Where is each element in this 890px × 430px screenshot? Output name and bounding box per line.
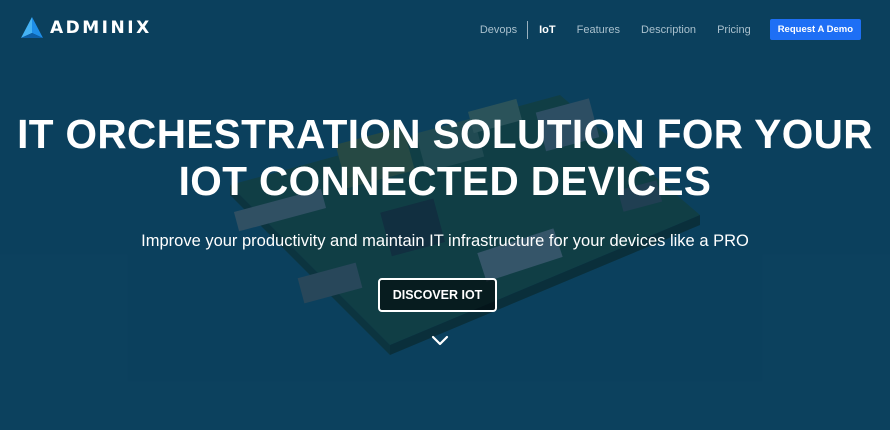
hero-headline: IT ORCHESTRATION SOLUTION FOR YOUR IOT C… <box>0 111 890 205</box>
brand-logo[interactable]: ADMINIX <box>20 16 152 40</box>
nav-link-description[interactable]: Description <box>641 24 696 36</box>
discover-iot-button[interactable]: DISCOVER IOT <box>378 278 497 312</box>
request-demo-button[interactable]: Request A Demo <box>769 19 861 40</box>
nav-link-pricing[interactable]: Pricing <box>717 24 751 36</box>
chevron-down-icon[interactable] <box>430 334 450 348</box>
brand-name: ADMINIX <box>50 18 152 38</box>
nav-link-devops[interactable]: Devops <box>480 24 517 36</box>
hero-section <box>0 0 890 430</box>
hero-subtitle: Improve your productivity and maintain I… <box>141 232 749 250</box>
nav-link-features[interactable]: Features <box>577 24 620 36</box>
main-nav: Devops IoT Features Description Pricing … <box>459 19 861 40</box>
top-navbar: ADMINIX Devops IoT Features Description … <box>0 0 890 58</box>
triangle-logo-icon <box>21 17 43 38</box>
nav-link-iot[interactable]: IoT <box>539 24 556 36</box>
hero-headline-line2: IOT CONNECTED DEVICES <box>178 158 712 204</box>
hero-headline-line1: IT ORCHESTRATION SOLUTION FOR YOUR <box>17 111 873 157</box>
hero-overlay <box>0 0 890 430</box>
nav-divider <box>527 20 529 39</box>
